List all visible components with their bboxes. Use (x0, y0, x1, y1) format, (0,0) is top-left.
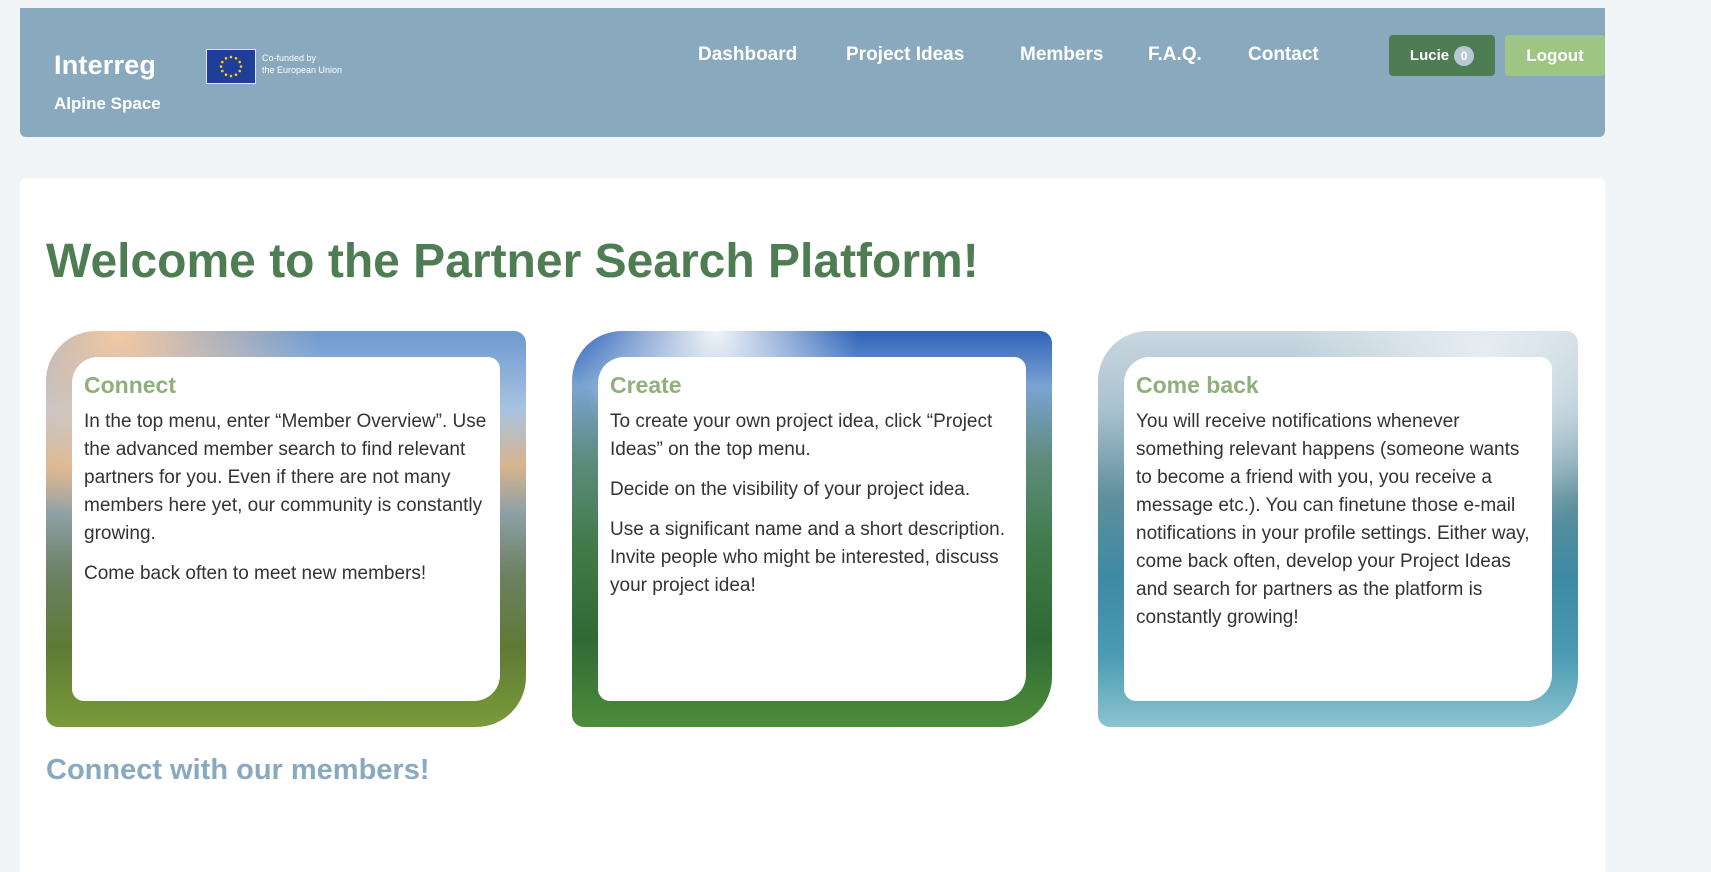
card-paragraph: Decide on the visibility of your project… (610, 479, 971, 500)
eu-flag-icon (206, 49, 256, 84)
nav-faq[interactable]: F.A.Q. (1148, 44, 1202, 66)
cofunded-text: Co-funded by the European Union (262, 52, 342, 76)
card-come-back-body: Come back You will receive notifications… (1124, 357, 1552, 701)
card-connect: Connect In the top menu, enter “Member O… (46, 331, 526, 727)
nav-members[interactable]: Members (1020, 44, 1103, 66)
header: Interreg Co-funded by the European Union… (20, 8, 1605, 137)
cofunded-line-1: Co-funded by (262, 53, 317, 63)
card-paragraph: You will receive notifications whenever … (1136, 411, 1530, 628)
notification-count-badge: 0 (1454, 45, 1475, 66)
page-title: Welcome to the Partner Search Platform! (46, 235, 979, 288)
card-paragraph: To create your own project idea, click “… (610, 411, 993, 460)
logo-name: Interreg (54, 50, 157, 80)
logo-region: Alpine Space (54, 94, 161, 113)
card-connect-body: Connect In the top menu, enter “Member O… (72, 357, 500, 701)
card-come-back: Come back You will receive notifications… (1098, 331, 1578, 727)
members-section-title: Connect with our members! (46, 754, 430, 786)
card-title: Come back (1136, 372, 1259, 398)
user-menu-button[interactable]: Lucie 0 (1389, 35, 1495, 76)
nav-project-ideas[interactable]: Project Ideas (846, 44, 964, 66)
nav-contact[interactable]: Contact (1248, 44, 1319, 66)
logout-button[interactable]: Logout (1505, 35, 1605, 76)
card-paragraph: In the top menu, enter “Member Overview”… (84, 411, 487, 544)
card-create: Create To create your own project idea, … (572, 331, 1052, 727)
main-content: Welcome to the Partner Search Platform! … (20, 178, 1605, 872)
card-title: Create (610, 372, 682, 398)
card-paragraph: Use a significant name and a short descr… (610, 519, 1005, 596)
cofunded-line-2: the European Union (262, 65, 343, 75)
card-paragraph: Come back often to meet new members! (84, 563, 427, 584)
nav-dashboard[interactable]: Dashboard (698, 44, 797, 66)
user-name: Lucie (1409, 47, 1450, 64)
card-title: Connect (84, 372, 176, 398)
card-create-body: Create To create your own project idea, … (598, 357, 1026, 701)
